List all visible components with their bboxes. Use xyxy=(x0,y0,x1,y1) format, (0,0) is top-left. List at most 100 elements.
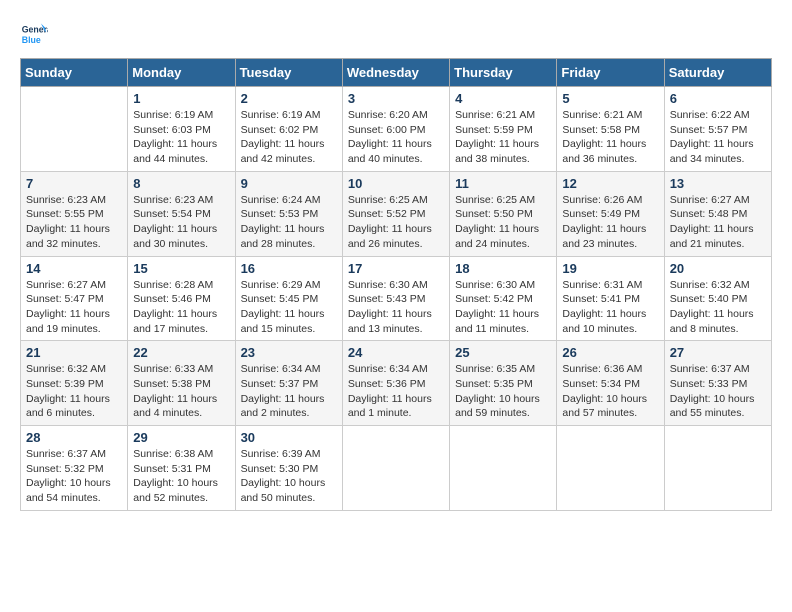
svg-text:Blue: Blue xyxy=(22,35,41,45)
calendar-week-2: 7 Sunrise: 6:23 AM Sunset: 5:55 PM Daylig… xyxy=(21,171,772,256)
day-number: 14 xyxy=(26,261,122,276)
day-info: Sunrise: 6:33 AM Sunset: 5:38 PM Dayligh… xyxy=(133,362,229,421)
day-info: Sunrise: 6:21 AM Sunset: 5:59 PM Dayligh… xyxy=(455,108,551,167)
calendar-cell: 19 Sunrise: 6:31 AM Sunset: 5:41 PM Dayli… xyxy=(557,256,664,341)
calendar-cell xyxy=(557,426,664,511)
calendar-cell: 3Sunrise: 6:20 AM Sunset: 6:00 PM Daylig… xyxy=(342,87,449,172)
day-header-saturday: Saturday xyxy=(664,59,771,87)
calendar-cell: 6 Sunrise: 6:22 AM Sunset: 5:57 PM Daylig… xyxy=(664,87,771,172)
day-number: 7 xyxy=(26,176,122,191)
calendar-cell: 22 Sunrise: 6:33 AM Sunset: 5:38 PM Dayli… xyxy=(128,341,235,426)
day-number: 2 xyxy=(241,91,337,106)
day-header-thursday: Thursday xyxy=(450,59,557,87)
day-info: Sunrise: 6:38 AM Sunset: 5:31 PM Dayligh… xyxy=(133,447,229,506)
day-info: Sunrise: 6:37 AM Sunset: 5:33 PM Dayligh… xyxy=(670,362,766,421)
day-header-sunday: Sunday xyxy=(21,59,128,87)
day-number: 9 xyxy=(241,176,337,191)
calendar-week-4: 21 Sunrise: 6:32 AM Sunset: 5:39 PM Dayli… xyxy=(21,341,772,426)
calendar-cell: 13Sunrise: 6:27 AM Sunset: 5:48 PM Dayli… xyxy=(664,171,771,256)
day-number: 1 xyxy=(133,91,229,106)
day-number: 24 xyxy=(348,345,444,360)
day-number: 27 xyxy=(670,345,766,360)
day-info: Sunrise: 6:34 AM Sunset: 5:36 PM Dayligh… xyxy=(348,362,444,421)
day-number: 22 xyxy=(133,345,229,360)
day-info: Sunrise: 6:27 AM Sunset: 5:47 PM Dayligh… xyxy=(26,278,122,337)
calendar-cell: 2Sunrise: 6:19 AM Sunset: 6:02 PM Daylig… xyxy=(235,87,342,172)
day-number: 21 xyxy=(26,345,122,360)
calendar-week-1: 1 Sunrise: 6:19 AM Sunset: 6:03 PM Daylig… xyxy=(21,87,772,172)
day-header-wednesday: Wednesday xyxy=(342,59,449,87)
calendar-cell xyxy=(450,426,557,511)
calendar-cell: 20 Sunrise: 6:32 AM Sunset: 5:40 PM Dayli… xyxy=(664,256,771,341)
calendar-cell: 27 Sunrise: 6:37 AM Sunset: 5:33 PM Dayli… xyxy=(664,341,771,426)
day-number: 16 xyxy=(241,261,337,276)
calendar-cell: 25 Sunrise: 6:35 AM Sunset: 5:35 PM Dayli… xyxy=(450,341,557,426)
calendar-cell: 15Sunrise: 6:28 AM Sunset: 5:46 PM Dayli… xyxy=(128,256,235,341)
calendar-cell: 11 Sunrise: 6:25 AM Sunset: 5:50 PM Dayli… xyxy=(450,171,557,256)
day-number: 6 xyxy=(670,91,766,106)
calendar-header: SundayMondayTuesdayWednesdayThursdayFrid… xyxy=(21,59,772,87)
day-number: 25 xyxy=(455,345,551,360)
day-number: 29 xyxy=(133,430,229,445)
day-info: Sunrise: 6:25 AM Sunset: 5:50 PM Dayligh… xyxy=(455,193,551,252)
day-header-friday: Friday xyxy=(557,59,664,87)
calendar-cell: 12 Sunrise: 6:26 AM Sunset: 5:49 PM Dayli… xyxy=(557,171,664,256)
day-number: 20 xyxy=(670,261,766,276)
day-number: 8 xyxy=(133,176,229,191)
day-info: Sunrise: 6:37 AM Sunset: 5:32 PM Dayligh… xyxy=(26,447,122,506)
calendar-cell: 7 Sunrise: 6:23 AM Sunset: 5:55 PM Daylig… xyxy=(21,171,128,256)
day-number: 12 xyxy=(562,176,658,191)
day-info: Sunrise: 6:32 AM Sunset: 5:40 PM Dayligh… xyxy=(670,278,766,337)
calendar-cell: 29 Sunrise: 6:38 AM Sunset: 5:31 PM Dayli… xyxy=(128,426,235,511)
day-number: 30 xyxy=(241,430,337,445)
day-info: Sunrise: 6:32 AM Sunset: 5:39 PM Dayligh… xyxy=(26,362,122,421)
day-number: 13 xyxy=(670,176,766,191)
day-info: Sunrise: 6:22 AM Sunset: 5:57 PM Dayligh… xyxy=(670,108,766,167)
day-info: Sunrise: 6:21 AM Sunset: 5:58 PM Dayligh… xyxy=(562,108,658,167)
calendar-cell: 28 Sunrise: 6:37 AM Sunset: 5:32 PM Dayli… xyxy=(21,426,128,511)
day-info: Sunrise: 6:30 AM Sunset: 5:43 PM Dayligh… xyxy=(348,278,444,337)
calendar-cell: 16 Sunrise: 6:29 AM Sunset: 5:45 PM Dayli… xyxy=(235,256,342,341)
calendar-cell: 10 Sunrise: 6:25 AM Sunset: 5:52 PM Dayli… xyxy=(342,171,449,256)
day-info: Sunrise: 6:39 AM Sunset: 5:30 PM Dayligh… xyxy=(241,447,337,506)
day-info: Sunrise: 6:19 AM Sunset: 6:03 PM Dayligh… xyxy=(133,108,229,167)
day-info: Sunrise: 6:25 AM Sunset: 5:52 PM Dayligh… xyxy=(348,193,444,252)
calendar-week-5: 28 Sunrise: 6:37 AM Sunset: 5:32 PM Dayli… xyxy=(21,426,772,511)
day-number: 19 xyxy=(562,261,658,276)
calendar-cell: 23 Sunrise: 6:34 AM Sunset: 5:37 PM Dayli… xyxy=(235,341,342,426)
day-number: 10 xyxy=(348,176,444,191)
day-number: 4 xyxy=(455,91,551,106)
logo: General Blue xyxy=(20,20,52,48)
day-info: Sunrise: 6:23 AM Sunset: 5:55 PM Dayligh… xyxy=(26,193,122,252)
day-number: 28 xyxy=(26,430,122,445)
logo-icon: General Blue xyxy=(20,20,48,48)
day-info: Sunrise: 6:36 AM Sunset: 5:34 PM Dayligh… xyxy=(562,362,658,421)
day-number: 5 xyxy=(562,91,658,106)
day-info: Sunrise: 6:30 AM Sunset: 5:42 PM Dayligh… xyxy=(455,278,551,337)
day-header-tuesday: Tuesday xyxy=(235,59,342,87)
calendar-cell: 9 Sunrise: 6:24 AM Sunset: 5:53 PM Daylig… xyxy=(235,171,342,256)
day-info: Sunrise: 6:24 AM Sunset: 5:53 PM Dayligh… xyxy=(241,193,337,252)
day-header-monday: Monday xyxy=(128,59,235,87)
day-info: Sunrise: 6:34 AM Sunset: 5:37 PM Dayligh… xyxy=(241,362,337,421)
calendar-cell: 4 Sunrise: 6:21 AM Sunset: 5:59 PM Daylig… xyxy=(450,87,557,172)
calendar-cell: 14 Sunrise: 6:27 AM Sunset: 5:47 PM Dayli… xyxy=(21,256,128,341)
calendar: SundayMondayTuesdayWednesdayThursdayFrid… xyxy=(20,58,772,511)
calendar-cell: 26Sunrise: 6:36 AM Sunset: 5:34 PM Dayli… xyxy=(557,341,664,426)
calendar-cell: 18 Sunrise: 6:30 AM Sunset: 5:42 PM Dayli… xyxy=(450,256,557,341)
day-info: Sunrise: 6:23 AM Sunset: 5:54 PM Dayligh… xyxy=(133,193,229,252)
day-info: Sunrise: 6:26 AM Sunset: 5:49 PM Dayligh… xyxy=(562,193,658,252)
day-info: Sunrise: 6:35 AM Sunset: 5:35 PM Dayligh… xyxy=(455,362,551,421)
day-number: 11 xyxy=(455,176,551,191)
calendar-cell xyxy=(664,426,771,511)
day-number: 15 xyxy=(133,261,229,276)
calendar-cell xyxy=(21,87,128,172)
calendar-week-3: 14 Sunrise: 6:27 AM Sunset: 5:47 PM Dayli… xyxy=(21,256,772,341)
calendar-cell: 30 Sunrise: 6:39 AM Sunset: 5:30 PM Dayli… xyxy=(235,426,342,511)
calendar-cell: 8 Sunrise: 6:23 AM Sunset: 5:54 PM Daylig… xyxy=(128,171,235,256)
day-info: Sunrise: 6:29 AM Sunset: 5:45 PM Dayligh… xyxy=(241,278,337,337)
day-number: 23 xyxy=(241,345,337,360)
calendar-cell: 17Sunrise: 6:30 AM Sunset: 5:43 PM Dayli… xyxy=(342,256,449,341)
day-info: Sunrise: 6:31 AM Sunset: 5:41 PM Dayligh… xyxy=(562,278,658,337)
day-number: 18 xyxy=(455,261,551,276)
